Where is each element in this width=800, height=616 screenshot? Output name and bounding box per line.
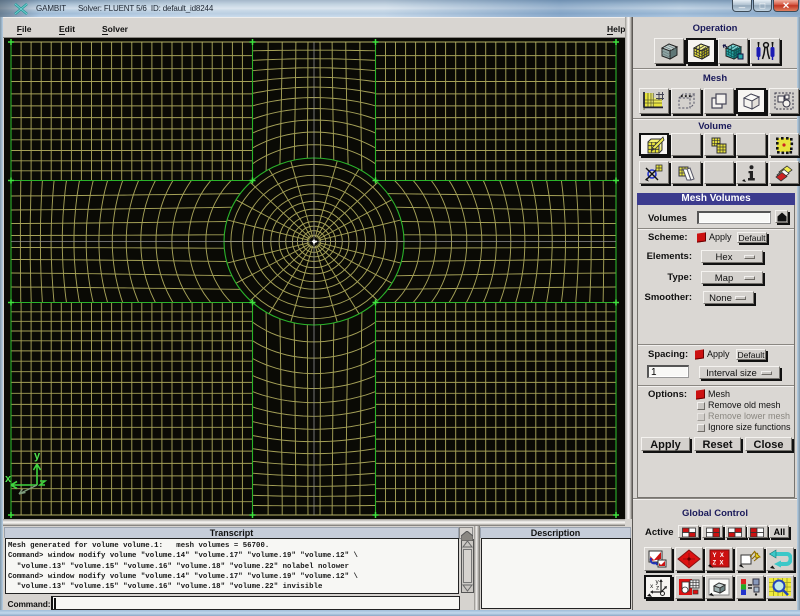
- svg-text:x: x: [650, 583, 654, 590]
- svg-text:x: x: [5, 473, 12, 485]
- svg-text:z: z: [656, 585, 659, 592]
- svg-text:Y X: Y X: [713, 553, 724, 559]
- svg-text:y: y: [34, 450, 41, 462]
- svg-text:Z X: Z X: [713, 561, 724, 567]
